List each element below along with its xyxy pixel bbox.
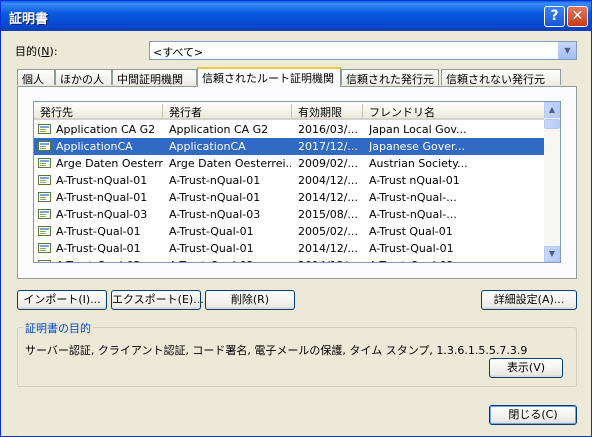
cell-issued-to: A-Trust-Qual-01	[56, 242, 141, 255]
cell-friendly-name: Japan Local Gov...	[369, 123, 467, 136]
tab-trusted-publishers[interactable]: 信頼された発行元	[341, 69, 439, 86]
certificate-icon	[38, 158, 51, 168]
certificates-dialog: 証明書 ? ✕ 目的(N): <すべて> ▼ 個人 ほかの人 中間証明機関 信頼…	[0, 0, 592, 437]
purpose-label: 目的(N):	[15, 45, 58, 58]
certificate-icon	[38, 175, 51, 185]
cell-issued-by: A-Trust-Qual-01	[169, 242, 254, 255]
certificate-purpose-title: 証明書の目的	[23, 320, 93, 336]
import-button[interactable]: インポート(I)...	[17, 290, 107, 310]
cell-issued-by: A-Trust-nQual-01	[169, 174, 261, 187]
tab-personal[interactable]: 個人	[17, 69, 55, 86]
certificate-icon	[38, 260, 51, 262]
window-title: 証明書	[9, 12, 49, 27]
tab-untrusted-publishers[interactable]: 信頼されない発行元	[441, 69, 561, 86]
table-row[interactable]: Application CA G2 Application CA G2 2016/0…	[34, 121, 544, 138]
cell-friendly-name: Japanese Gover...	[369, 140, 465, 153]
cell-friendly-name: A-Trust-nQual-...	[369, 208, 457, 221]
cell-issued-to: Arge Daten Oesterr...	[56, 157, 163, 170]
purpose-dropdown-value: <すべて>	[153, 46, 204, 59]
certificate-icon	[38, 124, 51, 134]
cell-issued-by: A-Trust-nQual-01	[169, 191, 261, 204]
cell-expires: 2016/03/...	[298, 123, 358, 136]
list-rows: Application CA G2 Application CA G2 2016/0…	[34, 121, 544, 262]
table-row[interactable]: A-Trust-nQual-01 A-Trust-nQual-01 2004/12/…	[34, 172, 544, 189]
column-issued-to[interactable]: 発行先	[34, 104, 163, 119]
remove-button[interactable]: 削除(R)	[205, 290, 295, 310]
table-row[interactable]: A-Trust-Qual-02 A-Trust-Qual-02 2014/12/..…	[34, 257, 544, 262]
title-bar[interactable]: 証明書 ? ✕	[1, 1, 591, 31]
close-window-button[interactable]: ✕	[567, 6, 588, 27]
cell-issued-to: A-Trust-Qual-02	[56, 259, 163, 262]
cell-issued-to: A-Trust-nQual-01	[56, 174, 148, 187]
column-friendly-name[interactable]: フレンドリ名	[363, 104, 544, 119]
tab-trusted-root-ca[interactable]: 信頼されたルート証明機関	[197, 67, 341, 87]
cell-issued-to: A-Trust-Qual-01	[56, 225, 141, 238]
cell-issued-by: A-Trust-Qual-02	[169, 259, 291, 262]
certificate-icon	[38, 209, 51, 219]
cell-expires: 2014/12/...	[298, 259, 362, 262]
cell-expires: 2014/12/...	[298, 191, 358, 204]
list-header: 発行先 発行者 有効期限 フレンドリ名	[34, 102, 544, 120]
cell-expires: 2015/08/...	[298, 208, 358, 221]
cell-expires: 2009/02/...	[298, 157, 358, 170]
export-button[interactable]: エクスポート(E)...	[111, 290, 204, 310]
cell-issued-to: A-Trust-nQual-01	[56, 191, 148, 204]
cell-friendly-name: A-Trust nQual-01	[369, 174, 460, 187]
cell-issued-by: A-Trust-nQual-03	[169, 208, 261, 221]
table-row[interactable]: Arge Daten Oesterr... Arge Daten Oesterre…	[34, 155, 544, 172]
table-row[interactable]: A-Trust-Qual-01 A-Trust-Qual-01 2005/02/..…	[34, 223, 544, 240]
scroll-thumb[interactable]	[544, 119, 560, 129]
scroll-up-icon[interactable]: ▲	[544, 102, 560, 118]
close-button[interactable]: 閉じる(C)	[489, 405, 577, 425]
cell-friendly-name: A-Trust-nQual-...	[369, 191, 457, 204]
table-row[interactable]: A-Trust-nQual-01 A-Trust-nQual-01 2014/12/…	[34, 189, 544, 206]
column-issued-by[interactable]: 発行者	[163, 104, 292, 119]
table-row[interactable]: ApplicationCA ApplicationCA 2017/12/... Jap…	[34, 138, 544, 155]
cell-issued-to: ApplicationCA	[56, 140, 133, 153]
view-button[interactable]: 表示(V)	[489, 358, 563, 378]
certificate-icon	[38, 141, 51, 151]
certificate-icon	[38, 226, 51, 236]
cell-expires: 2014/12/...	[298, 242, 358, 255]
cell-issued-by: Arge Daten Oesterrei...	[169, 157, 291, 170]
cell-friendly-name: Austrian Society...	[369, 157, 468, 170]
help-button[interactable]: ?	[544, 6, 565, 27]
cell-issued-to: A-Trust-nQual-03	[56, 208, 148, 221]
cell-friendly-name: A-Trust Qual-01	[369, 225, 453, 238]
cell-friendly-name: A-Trust-Qual-02	[369, 259, 543, 262]
scroll-down-icon[interactable]: ▼	[544, 246, 560, 262]
certificate-purpose-text: サーバー認証, クライアント認証, コード署名, 電子メールの保護, タイム ス…	[25, 344, 528, 357]
cell-issued-by: A-Trust-Qual-01	[169, 225, 254, 238]
table-row[interactable]: A-Trust-Qual-01 A-Trust-Qual-01 2014/12/..…	[34, 240, 544, 257]
advanced-button[interactable]: 詳細設定(A)...	[481, 290, 577, 310]
cell-expires: 2004/12/...	[298, 174, 358, 187]
purpose-dropdown[interactable]: <すべて> ▼	[149, 41, 577, 60]
certificate-list[interactable]: 発行先 発行者 有効期限 フレンドリ名 Application CA G2 App…	[33, 101, 561, 263]
cell-friendly-name: A-Trust-Qual-01	[369, 242, 454, 255]
cell-expires: 2017/12/...	[298, 140, 358, 153]
vertical-scrollbar[interactable]: ▲ ▼	[544, 102, 560, 262]
cell-issued-by: ApplicationCA	[169, 140, 246, 153]
table-row[interactable]: A-Trust-nQual-03 A-Trust-nQual-03 2015/08/…	[34, 206, 544, 223]
cell-issued-to: Application CA G2	[56, 123, 156, 136]
certificate-icon	[38, 192, 51, 202]
cell-expires: 2005/02/...	[298, 225, 358, 238]
certificate-icon	[38, 243, 51, 253]
column-expiration[interactable]: 有効期限	[292, 104, 363, 119]
chevron-down-icon[interactable]: ▼	[558, 42, 576, 59]
cell-issued-by: Application CA G2	[169, 123, 269, 136]
tab-other-people[interactable]: ほかの人	[55, 69, 112, 86]
tab-intermediate-ca[interactable]: 中間証明機関	[112, 69, 197, 86]
